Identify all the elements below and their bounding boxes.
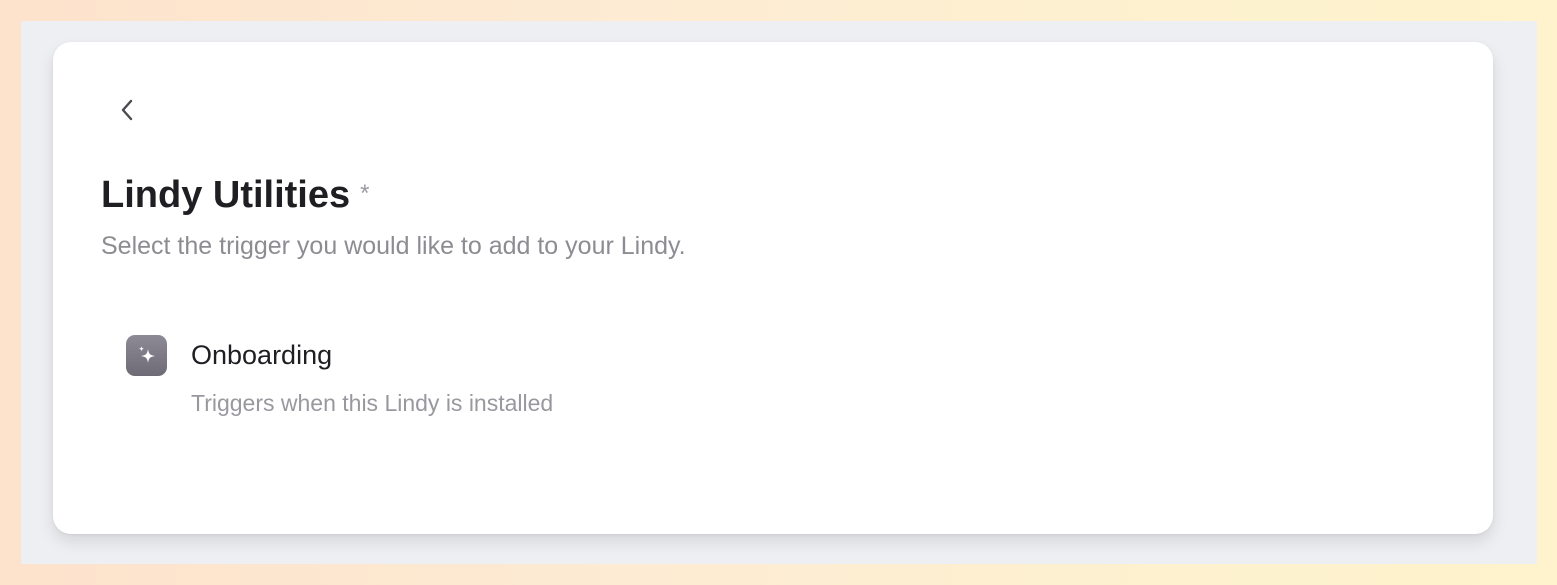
trigger-item-onboarding[interactable]: Onboarding Triggers when this Lindy is i… xyxy=(119,325,679,435)
page-title: Lindy Utilities xyxy=(101,174,351,216)
page-subtitle: Select the trigger you would like to add… xyxy=(101,232,686,260)
chevron-left-icon xyxy=(121,99,133,121)
modal-backdrop: Lindy Utilities * Select the trigger you… xyxy=(21,21,1537,564)
required-marker: * xyxy=(360,180,370,207)
trigger-description: Triggers when this Lindy is installed xyxy=(191,390,554,416)
trigger-name: Onboarding xyxy=(191,340,333,370)
page-title-row: Lindy Utilities * xyxy=(101,174,369,217)
back-button[interactable] xyxy=(111,94,143,126)
sparkle-icon xyxy=(126,335,167,376)
trigger-selection-card: Lindy Utilities * Select the trigger you… xyxy=(53,42,1493,534)
